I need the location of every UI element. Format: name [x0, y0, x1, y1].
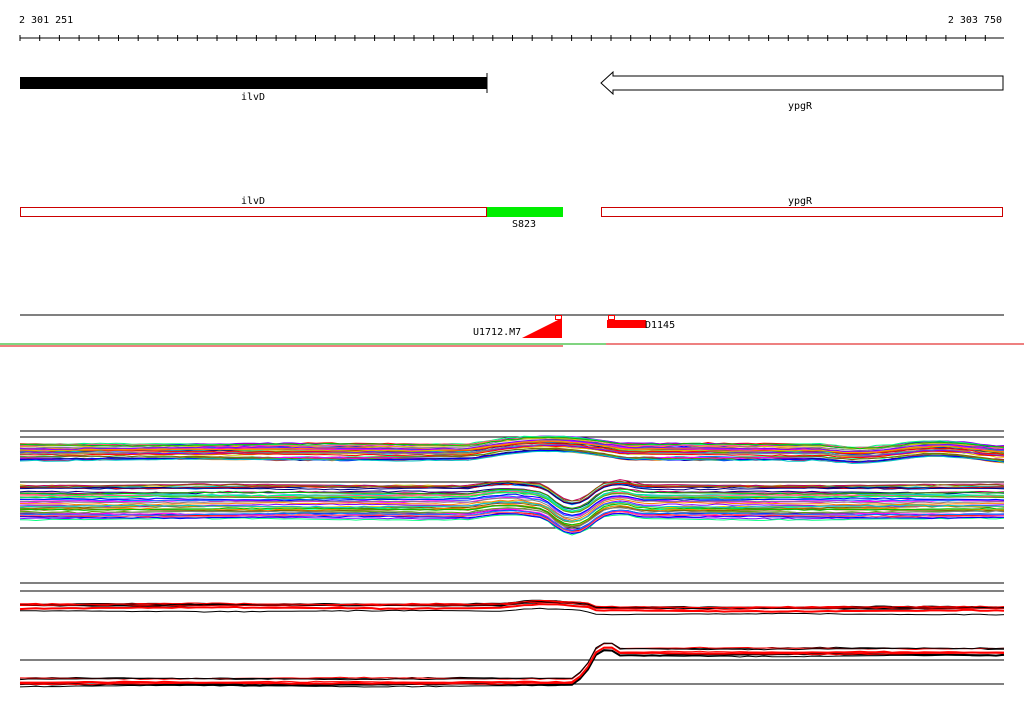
gene-ypgR-label: ypgR: [788, 101, 813, 112]
profile-group-1: [19, 430, 1005, 465]
gene-ypgR[interactable]: [600, 70, 1004, 96]
gene-track: ilvD ypgR: [20, 70, 1004, 112]
segment-ilvD-label: ilvD: [241, 196, 265, 207]
coordinate-ruler: 2 301 251 2 303 750: [19, 15, 1004, 41]
profile-group-4: [19, 642, 1005, 688]
segment-ilvD[interactable]: [20, 207, 487, 217]
segment-ypgR-label: ypgR: [788, 196, 813, 207]
ruler-start-label: 2 301 251: [19, 15, 73, 26]
genome-browser-view: 2 301 251 2 303 750 ilvD ypgR ilvD S823 …: [0, 15, 1024, 688]
profile-group-3: [19, 582, 1005, 616]
segment-S823[interactable]: [487, 207, 563, 217]
profile-group-2: [19, 479, 1005, 536]
segment-ypgR[interactable]: [601, 207, 1003, 217]
feature-track: U1712.M7 D1145: [0, 314, 1024, 347]
segment-S823-label: S823: [512, 219, 536, 230]
gene-ilvD[interactable]: [20, 77, 487, 89]
feature-U1712-label: U1712.M7: [473, 327, 521, 338]
gene-ilvD-label: ilvD: [241, 92, 265, 103]
feature-D1145-marker: [608, 315, 615, 320]
feature-D1145-label: D1145: [645, 320, 675, 331]
feature-D1145-bar[interactable]: [607, 320, 646, 328]
feature-U1712-ramp[interactable]: [522, 318, 562, 338]
expression-profile-line: [19, 642, 1005, 681]
ruler-end-label: 2 303 750: [948, 15, 1002, 26]
segment-track: ilvD S823 ypgR: [20, 196, 1003, 230]
